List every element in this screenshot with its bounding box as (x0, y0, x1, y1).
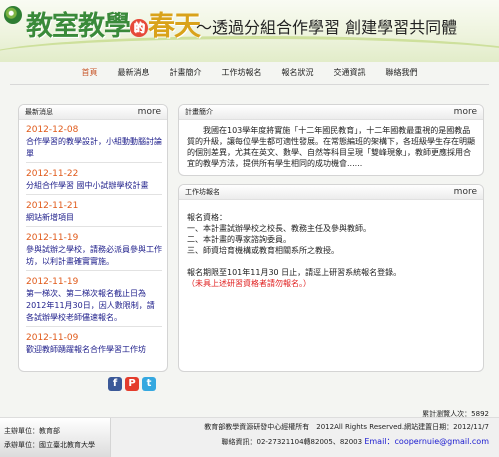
nav-divider (10, 84, 489, 85)
news-date: 2012-11-09 (26, 333, 79, 343)
news-item[interactable]: 2012-11-19 參與試辦之學校，請務必派員參與工作坊，以利計畫確實實施。 (26, 232, 162, 271)
news-panel-header: 最新消息 more (19, 105, 167, 120)
nav-workshop-signup[interactable]: 工作坊報名 (212, 66, 272, 80)
news-item[interactable]: 2012-11-19 第一梯次、第二梯次報名截止日為2012年11月30日，因人… (26, 276, 162, 327)
facebook-icon[interactable]: f (108, 377, 122, 391)
plan-summary-text: 我國在103學年度將實施「十二年國民教育」，十二年國教最重視的是國教品質的升級，… (187, 126, 475, 168)
news-date: 2012-11-19 (26, 233, 79, 243)
news-title-link[interactable]: 參與試辦之學校，請務必派員參與工作坊，以利計畫確實實施。 (26, 244, 162, 268)
brand-de-badge: 的 (130, 18, 148, 37)
site-logo-icon[interactable] (4, 6, 22, 24)
qualification-heading: 報名資格： (187, 213, 227, 222)
nav-home[interactable]: 首頁 (72, 66, 108, 80)
plan-more-link[interactable]: more (454, 105, 477, 119)
plurk-icon[interactable]: P (125, 377, 139, 391)
nav-plan[interactable]: 計畫簡介 (160, 66, 212, 80)
social-links: f P t (108, 377, 156, 391)
news-title-link[interactable]: 合作學習的教學設計，小組動動腦討論單 (26, 136, 162, 160)
workshop-panel-title: 工作坊報名 (185, 188, 220, 196)
footer-org-box: 主辦單位：教育部 承辦單位：國立臺北教育大學 (0, 418, 111, 457)
plan-panel-title: 計畫簡介 (185, 108, 213, 116)
footer-copyright: 教育部教學資源研發中心經權所有 2012All Rights Reserved.… (204, 423, 489, 431)
main-nav: 首頁 最新消息 計畫簡介 工作坊報名 報名狀況 交通資訊 聯絡我們 (0, 66, 499, 80)
signup-warning: （未具上述研習資格者請勿報名。） (187, 279, 311, 288)
news-title-link[interactable]: 分組合作學習 國中小試辦學校計畫 (26, 180, 162, 192)
qualification-line: 二、本計畫的專家諮詢委員。 (187, 235, 291, 244)
footer: 主辦單位：教育部 承辦單位：國立臺北教育大學 教育部教學資源研發中心經權所有 2… (0, 417, 499, 457)
news-list: 2012-12-08 合作學習的教學設計，小組動動腦討論單 2012-11-22… (19, 120, 167, 356)
qualification-line: 三、師資培育機構或教育相關系所之教授。 (187, 246, 339, 255)
workshop-body: 報名資格： 一、本計畫試辦學校之校長、教務主任及參與教師。 二、本計畫的專家諮詢… (179, 200, 483, 289)
news-title-link[interactable]: 網站新增項目 (26, 212, 162, 224)
twitter-icon[interactable]: t (142, 377, 156, 391)
site-brand-title[interactable]: 教室教學的春天 (26, 4, 201, 43)
footer-sponsor: 主辦單位：教育部 (4, 427, 60, 435)
nav-news[interactable]: 最新消息 (108, 66, 160, 80)
footer-phone: 聯絡資訊：02-27321104轉82005、82003 (221, 438, 363, 446)
workshop-more-link[interactable]: more (454, 185, 477, 199)
news-title-link[interactable]: 第一梯次、第二梯次報名截止日為2012年11月30日，因人數限制，請各試辦學校老… (26, 288, 162, 324)
news-item[interactable]: 2012-11-09 歡迎教師踴躍報名合作學習工作坊 (26, 332, 162, 356)
news-date: 2012-11-19 (26, 277, 79, 287)
workshop-panel-header: 工作坊報名 more (179, 185, 483, 200)
news-separator (26, 226, 162, 227)
nav-transport[interactable]: 交通資訊 (324, 66, 376, 80)
news-separator (26, 326, 162, 327)
qualification-line: 一、本計畫試辦學校之校長、教務主任及參與教師。 (187, 224, 371, 233)
news-item[interactable]: 2012-12-08 合作學習的教學設計，小組動動腦討論單 (26, 124, 162, 163)
header-banner: 教室教學的春天 ～透過分組合作學習 創建學習共同體 (0, 0, 499, 62)
brand-part1: 教室教學 (26, 11, 131, 42)
plan-panel-header: 計畫簡介 more (179, 105, 483, 120)
nav-contact[interactable]: 聯絡我們 (376, 66, 428, 80)
news-date: 2012-12-08 (26, 125, 79, 135)
footer-contact-line: 聯絡資訊：02-27321104轉82005、82003 Email：coope… (221, 436, 489, 447)
news-separator (26, 270, 162, 271)
page: 教室教學的春天 ～透過分組合作學習 創建學習共同體 首頁 最新消息 計畫簡介 工… (0, 0, 499, 457)
news-separator (26, 162, 162, 163)
brand-part2: 春天 (148, 11, 201, 42)
signup-deadline: 報名期限至101年11月30 日止，請逕上研習系統報名登錄。 (187, 268, 402, 277)
news-date: 2012-11-22 (26, 169, 79, 179)
news-panel: 最新消息 more 2012-12-08 合作學習的教學設計，小組動動腦討論單 … (18, 104, 168, 372)
news-item[interactable]: 2012-11-22 分組合作學習 國中小試辦學校計畫 (26, 168, 162, 195)
plan-panel: 計畫簡介 more 我國在103學年度將實施「十二年國民教育」，十二年國教最重視… (178, 104, 484, 176)
footer-email-link[interactable]: Email：coopernuie@gmail.com (364, 437, 489, 446)
news-more-link[interactable]: more (138, 105, 161, 119)
news-panel-title: 最新消息 (25, 108, 53, 116)
nav-signup-status[interactable]: 報名狀況 (272, 66, 324, 80)
site-subtitle: ～透過分組合作學習 創建學習共同體 (196, 18, 458, 37)
news-item[interactable]: 2012-11-21 網站新增項目 (26, 200, 162, 227)
news-title-link[interactable]: 歡迎教師踴躍報名合作學習工作坊 (26, 344, 162, 356)
news-separator (26, 194, 162, 195)
news-date: 2012-11-21 (26, 201, 79, 211)
workshop-panel: 工作坊報名 more 報名資格： 一、本計畫試辦學校之校長、教務主任及參與教師。… (178, 184, 484, 372)
footer-organizer: 承辦單位：國立臺北教育大學 (4, 441, 95, 449)
